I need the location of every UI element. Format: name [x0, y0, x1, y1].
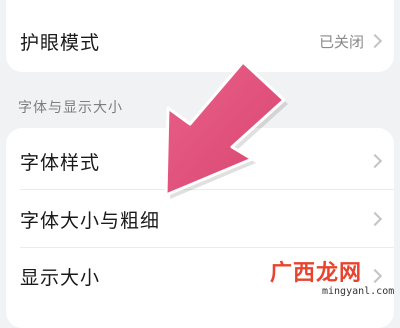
watermark-url: mingyanl.com [322, 286, 395, 297]
watermark-brand: 广西龙网 [270, 261, 363, 286]
